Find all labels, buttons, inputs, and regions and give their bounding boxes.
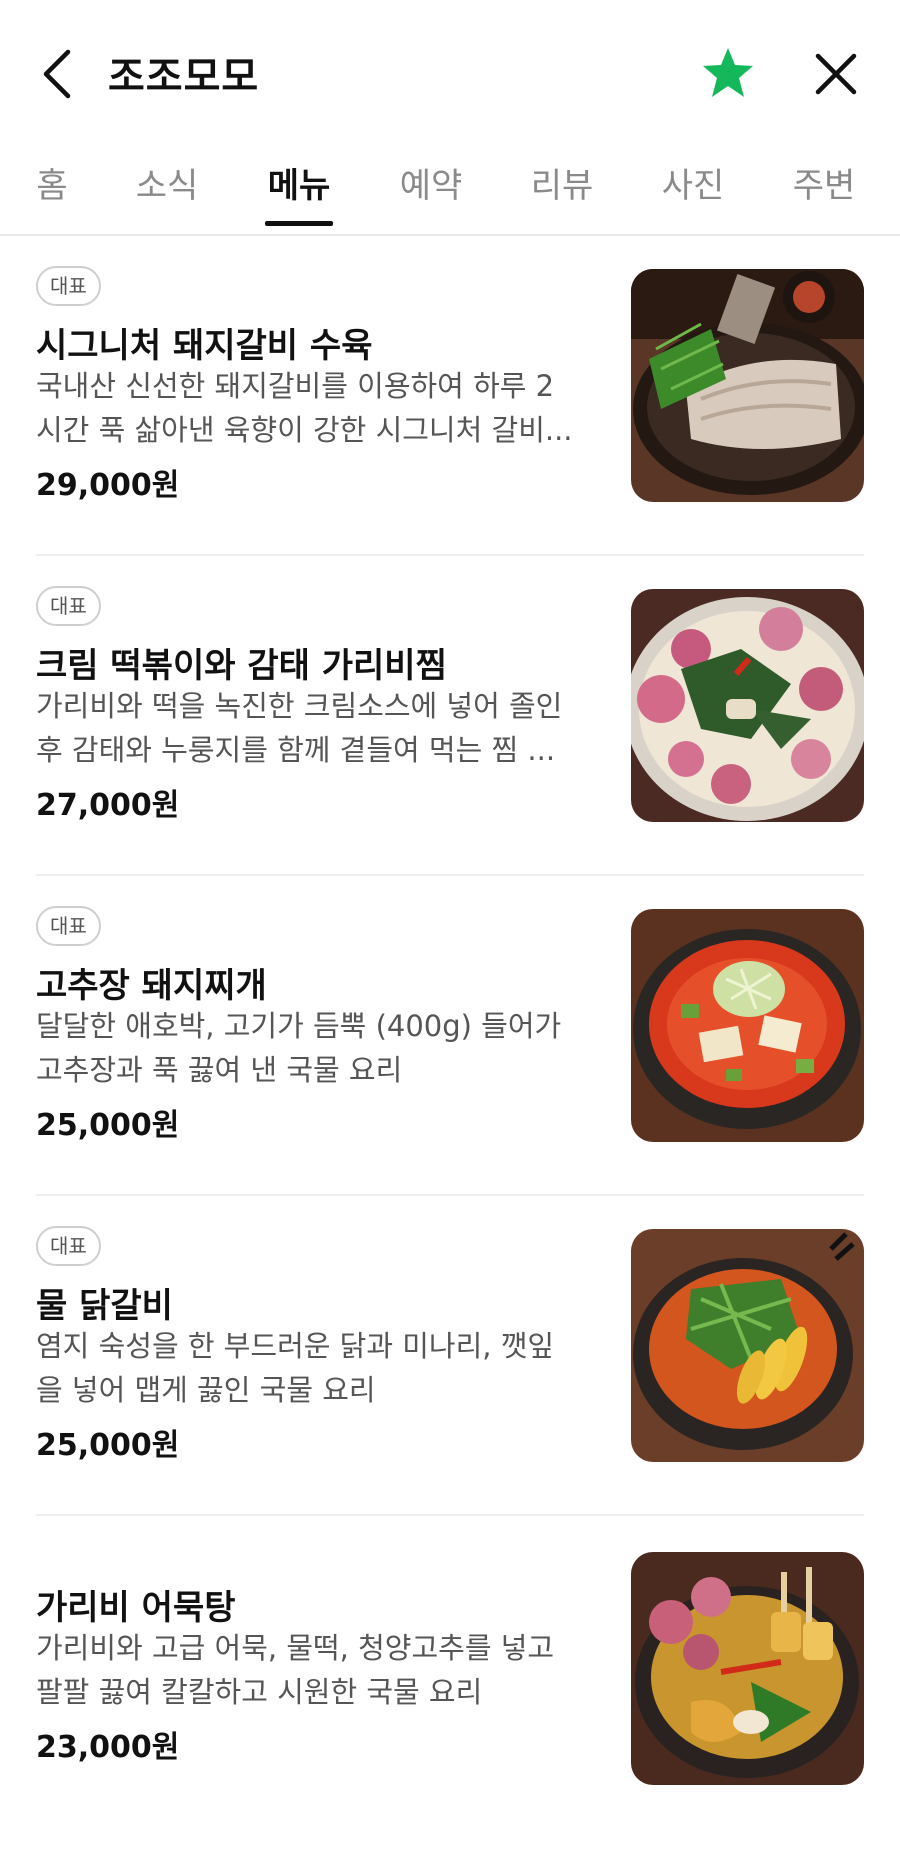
menu-item-description: 가리비와 떡을 녹진한 크림소스에 넣어 졸인 후 감태와 누룽지를 함께 곁들… [36,689,563,767]
star-icon[interactable] [700,46,756,100]
signature-badge: 대표 [36,906,101,946]
menu-item[interactable]: 대표 크림 떡볶이와 감태 가리비찜 가리비와 떡을 녹진한 크림소스에 넣어 … [0,556,900,876]
menu-item-name: 물 닭갈비 [36,1286,173,1326]
page-title: 조조모모 [108,54,260,100]
gochujang-stew-photo[interactable] [631,909,864,1142]
scallop-tteokbokki-photo[interactable] [631,589,864,822]
mul-dakgalbi-photo[interactable] [631,1229,864,1462]
menu-item-price: 29,000원 [36,468,180,503]
tab-news[interactable]: 소식 [133,156,201,224]
tab-photos[interactable]: 사진 [659,156,727,224]
tab-nearby[interactable]: 주변 [790,156,858,224]
tab-reservation[interactable]: 예약 [397,156,465,224]
menu-item-description: 염지 숙성을 한 부드러운 닭과 미나리, 깻잎 을 넣어 맵게 끓인 국물 요… [36,1329,555,1407]
close-icon[interactable] [812,50,860,98]
tab-home[interactable]: 홈 [34,156,70,224]
signature-badge: 대표 [36,266,101,306]
menu-item-price: 23,000원 [36,1730,180,1765]
menu-item-name: 크림 떡볶이와 감태 가리비찜 [36,646,447,686]
pork-rib-suyuk-photo[interactable] [631,269,864,502]
tab-bar: 홈 소식 메뉴 예약 리뷰 사진 주변 [0,150,900,236]
menu-item[interactable]: 대표 고추장 돼지찌개 달달한 애호박, 고기가 듬뿍 (400g) 들어가 고… [0,876,900,1196]
menu-item-price: 25,000원 [36,1108,180,1143]
signature-badge: 대표 [36,586,101,626]
tab-reviews[interactable]: 리뷰 [528,156,596,224]
menu-item-name: 고추장 돼지찌개 [36,966,267,1006]
top-bar: 조조모모 [0,0,900,150]
menu-item-price: 25,000원 [36,1428,180,1463]
menu-item[interactable]: 대표 물 닭갈비 염지 숙성을 한 부드러운 닭과 미나리, 깻잎 을 넣어 맵… [0,1196,900,1516]
signature-badge: 대표 [36,1226,101,1266]
tab-menu[interactable]: 메뉴 [265,156,333,226]
menu-item[interactable]: 가리비 어묵탕 가리비와 고급 어묵, 물떡, 청양고추를 넣고 팔팔 끓여 칼… [0,1516,900,1856]
menu-item[interactable]: 대표 시그니처 돼지갈비 수육 국내산 신선한 돼지갈비를 이용하여 하루 2 … [0,236,900,556]
menu-item-price: 27,000원 [36,788,180,823]
menu-item-description: 가리비와 고급 어묵, 물떡, 청양고추를 넣고 팔팔 끓여 칼칼하고 시원한 … [36,1631,555,1709]
menu-item-description: 국내산 신선한 돼지갈비를 이용하여 하루 2 시간 푹 삶아낸 육향이 강한 … [36,369,573,447]
menu-item-name: 가리비 어묵탕 [36,1588,236,1628]
menu-item-name: 시그니처 돼지갈비 수육 [36,326,373,366]
scallop-fishcake-soup-photo[interactable] [631,1552,864,1785]
back-arrow-icon[interactable] [38,48,78,100]
menu-item-description: 달달한 애호박, 고기가 듬뿍 (400g) 들어가 고추장과 푹 끓여 낸 국… [36,1009,562,1087]
